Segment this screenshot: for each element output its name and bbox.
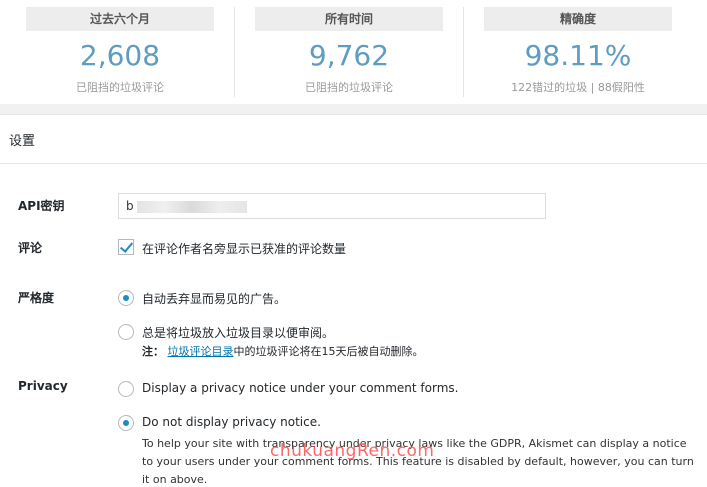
- section-gap: [0, 104, 707, 114]
- privacy-display-label: Display a privacy notice under your comm…: [142, 381, 459, 395]
- api-key-value: b: [126, 199, 134, 213]
- spam-folder-link[interactable]: 垃圾评论目录: [168, 345, 234, 358]
- stat-accuracy: 精确度 98.11% 122错过的垃圾 | 88假阳性: [484, 0, 672, 104]
- strictness-note: 注： 垃圾评论目录中的垃圾评论将在15天后被自动删除。: [142, 343, 424, 359]
- stat-label: 精确度: [484, 7, 672, 31]
- strictness-review-radio[interactable]: [118, 324, 134, 340]
- comments-label: 评论: [18, 241, 43, 255]
- stat-label: 过去六个月: [26, 7, 214, 31]
- privacy-label: Privacy: [18, 379, 68, 393]
- strictness-review-label: 总是将垃圾放入垃圾目录以便审阅。: [142, 326, 335, 340]
- settings-divider: [0, 163, 707, 164]
- settings-panel: 设置 API密钥 b 评论 在评论作者名旁显示已获准的评论数量 严格度 自动丢弃…: [0, 114, 707, 487]
- settings-title: 设置: [9, 134, 36, 149]
- stat-value: 9,762: [308, 39, 390, 72]
- strictness-discard-label: 自动丢弃显而易见的广告。: [142, 292, 287, 306]
- note-suffix: 中的垃圾评论将在15天后被自动删除。: [233, 345, 424, 358]
- stat-label: 所有时间: [255, 7, 443, 31]
- stat-value: 98.11%: [524, 39, 632, 72]
- note-prefix: 注：: [142, 345, 164, 358]
- stat-subtext: 122错过的垃圾 | 88假阳性: [511, 81, 645, 94]
- stat-value: 2,608: [79, 39, 161, 72]
- show-approved-count-label: 在评论作者名旁显示已获准的评论数量: [142, 242, 347, 256]
- site-watermark: chukuangRen.com: [270, 441, 435, 461]
- privacy-hide-radio[interactable]: [118, 415, 134, 431]
- stat-all-time: 所有时间 9,762 已阻挡的垃圾评论: [255, 0, 443, 104]
- stat-subtext: 已阻挡的垃圾评论: [76, 81, 164, 94]
- stat-divider: [234, 7, 235, 97]
- strictness-discard-radio[interactable]: [118, 290, 134, 306]
- api-key-redaction: [137, 201, 247, 213]
- api-key-input[interactable]: b: [118, 193, 546, 219]
- stat-subtext: 已阻挡的垃圾评论: [305, 81, 393, 94]
- stat-six-months: 过去六个月 2,608 已阻挡的垃圾评论: [26, 0, 214, 104]
- privacy-hide-label: Do not display privacy notice.: [142, 415, 321, 429]
- strictness-label: 严格度: [18, 291, 55, 305]
- stats-panel: 过去六个月 2,608 已阻挡的垃圾评论 所有时间 9,762 已阻挡的垃圾评论…: [0, 0, 707, 104]
- stat-divider: [463, 7, 464, 97]
- privacy-display-radio[interactable]: [118, 381, 134, 397]
- api-key-label: API密钥: [18, 199, 65, 213]
- show-approved-count-checkbox[interactable]: [118, 239, 134, 255]
